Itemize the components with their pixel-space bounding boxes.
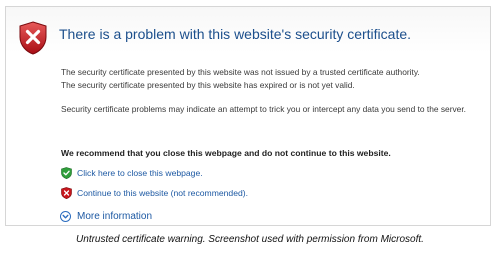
issuer-warning-text: The security certificate presented by th… [61, 67, 420, 77]
continue-to-website-link[interactable]: Continue to this website (not recommende… [61, 187, 248, 199]
continue-to-website-label: Continue to this website (not recommende… [77, 188, 249, 198]
green-shield-check-icon [61, 167, 72, 179]
shield-error-icon [19, 21, 47, 55]
page-title: There is a problem with this website's s… [59, 26, 412, 42]
security-explanation-text: Security certificate problems may indica… [61, 104, 466, 114]
close-webpage-link[interactable]: Click here to close this webpage. [61, 167, 203, 179]
red-shield-x-icon [61, 187, 72, 199]
recommendation-text: We recommend that you close this webpage… [61, 148, 391, 158]
certificate-error-page: There is a problem with this website's s… [5, 6, 491, 226]
more-information-label: More information [77, 211, 153, 222]
close-webpage-label: Click here to close this webpage. [77, 168, 203, 178]
figure-caption: Untrusted certificate warning. Screensho… [76, 234, 424, 245]
expand-circle-down-icon [60, 211, 71, 222]
expiry-warning-text: The security certificate presented by th… [61, 80, 355, 90]
more-information-toggle[interactable]: More information [60, 211, 152, 222]
